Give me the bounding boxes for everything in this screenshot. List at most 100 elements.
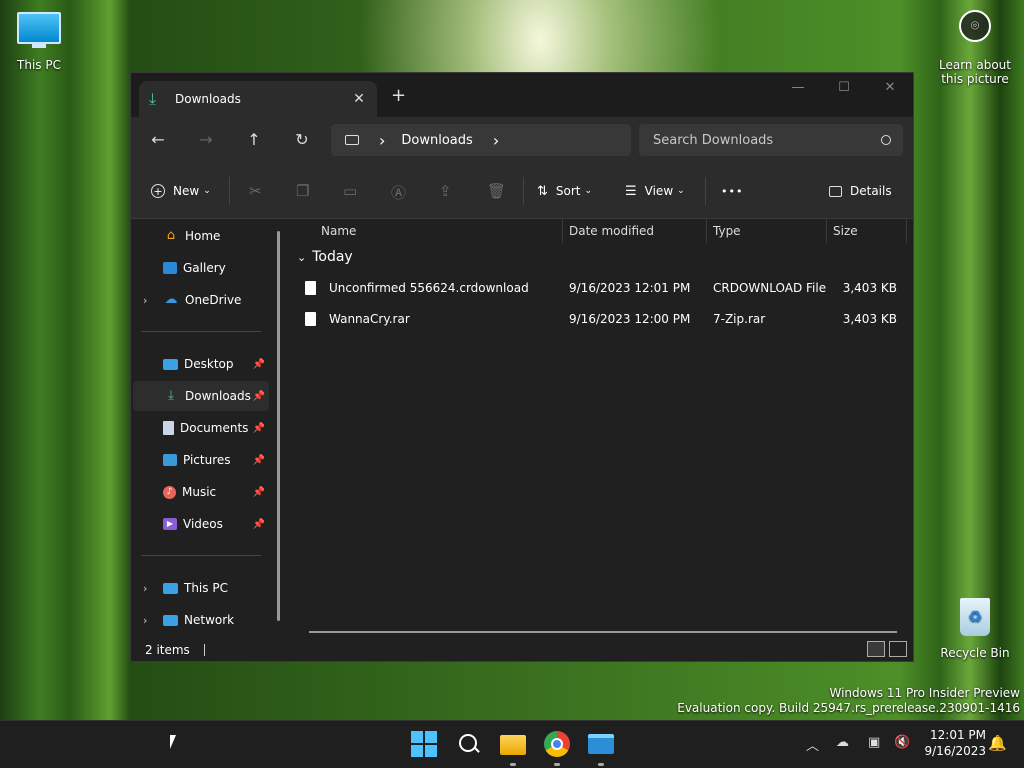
search-input[interactable]: Search Downloads: [639, 124, 903, 156]
sidebar-item-label: Desktop: [184, 357, 234, 371]
this-pc-desktop-icon[interactable]: This PC: [10, 12, 68, 72]
sidebar-item-home[interactable]: ⌂ Home: [133, 221, 269, 251]
learn-label: Learn about this picture: [939, 58, 1011, 86]
tab-downloads[interactable]: ⤓ Downloads ✕: [139, 81, 377, 117]
mouse-cursor-icon: [170, 735, 176, 749]
pin-icon[interactable]: 📌: [253, 487, 265, 498]
breadcrumb-downloads[interactable]: Downloads: [401, 133, 472, 148]
file-icon: [305, 281, 316, 295]
chevron-right-icon[interactable]: ›: [143, 614, 147, 627]
video-icon: ▶: [163, 518, 177, 530]
watermark-line2: Evaluation copy. Build 25947.rs_prerelea…: [677, 701, 1020, 715]
desktop: { "desktop": { "this_pc_label": "This PC…: [0, 0, 1024, 768]
more-options-button[interactable]: •••: [721, 177, 743, 205]
computer-icon: [163, 582, 178, 594]
network-status-icon[interactable]: ▣: [868, 735, 880, 750]
paste-icon[interactable]: ▭: [343, 182, 357, 200]
chevron-down-icon: ⌄: [677, 186, 685, 196]
chevron-up-icon[interactable]: ︿: [806, 735, 819, 754]
new-button[interactable]: + New ⌄: [151, 177, 211, 205]
recycle-bin-icon[interactable]: ♻ Recycle Bin: [940, 598, 1010, 660]
table-row[interactable]: WannaCry.rar 9/16/2023 12:00 PM 7-Zip.ra…: [297, 304, 907, 334]
pin-icon[interactable]: 📌: [253, 391, 265, 402]
view-button[interactable]: ☰ View ⌄: [625, 177, 685, 205]
search-placeholder: Search Downloads: [653, 132, 774, 148]
sidebar-item-videos[interactable]: ▶ Videos 📌: [133, 509, 269, 539]
column-header-size[interactable]: Size: [833, 219, 858, 243]
clock[interactable]: 12:01 PM 9/16/2023: [920, 727, 986, 759]
refresh-button[interactable]: ↻: [291, 129, 313, 151]
chevron-right-icon[interactable]: ›: [493, 131, 499, 150]
file-date: 9/16/2023 12:00 PM: [569, 312, 691, 326]
chevron-right-icon[interactable]: ›: [143, 582, 147, 595]
details-view-toggle[interactable]: [867, 641, 885, 657]
recycle-label: Recycle Bin: [940, 646, 1010, 660]
window-app-icon: [588, 734, 614, 754]
pin-icon[interactable]: 📌: [253, 423, 265, 434]
sidebar-item-music[interactable]: ♪ Music 📌: [133, 477, 269, 507]
sidebar-item-gallery[interactable]: Gallery: [133, 253, 269, 283]
sidebar-item-label: Pictures: [183, 453, 231, 467]
document-icon: [163, 421, 174, 435]
desktop-folder-icon: [163, 358, 178, 370]
search-button[interactable]: [456, 731, 482, 757]
sidebar-scrollbar[interactable]: [277, 231, 280, 621]
share-icon[interactable]: ⇪: [439, 182, 452, 200]
command-bar: + New ⌄ ✂ ❐ ▭ Ⓐ ⇪ 🗑 ⇅ Sort ⌄ ☰ View ⌄ ••…: [131, 163, 913, 219]
learn-about-picture-icon[interactable]: ⌾ Learn about this picture: [938, 10, 1012, 86]
column-header-date[interactable]: Date modified: [569, 219, 654, 243]
taskbar: ︿ ☁ ▣ 🔇 12:01 PM 9/16/2023 🔔: [0, 720, 1024, 768]
back-button[interactable]: ←: [147, 129, 169, 151]
sidebar-item-onedrive[interactable]: › ☁ OneDrive: [133, 285, 269, 315]
sidebar-item-downloads[interactable]: ⤓ Downloads 📌: [133, 381, 269, 411]
cloud-icon: ☁: [164, 292, 178, 307]
delete-icon[interactable]: 🗑: [487, 182, 506, 200]
sort-button[interactable]: ⇅ Sort ⌄: [537, 177, 592, 205]
new-tab-button[interactable]: +: [391, 85, 406, 106]
sidebar-item-documents[interactable]: Documents 📌: [133, 413, 269, 443]
pin-icon[interactable]: 📌: [253, 359, 265, 370]
tab-close-button[interactable]: ✕: [349, 91, 369, 107]
pin-icon[interactable]: 📌: [253, 455, 265, 466]
status-bar: 2 items: [131, 639, 913, 661]
column-header-name[interactable]: Name: [321, 219, 356, 243]
sidebar-item-this-pc[interactable]: › This PC: [133, 573, 269, 603]
file-type: CRDOWNLOAD File: [713, 281, 827, 295]
close-window-button[interactable]: ✕: [867, 73, 913, 101]
address-input[interactable]: › Downloads ›: [331, 124, 631, 156]
horizontal-scrollbar[interactable]: [309, 631, 897, 633]
item-count: 2 items: [145, 643, 190, 657]
app-taskbar-button[interactable]: [588, 731, 614, 757]
maximize-button[interactable]: ☐: [821, 73, 867, 101]
chevron-right-icon[interactable]: ›: [143, 294, 147, 307]
music-icon: ♪: [163, 485, 176, 499]
rename-icon[interactable]: Ⓐ: [391, 182, 406, 203]
sidebar-item-label: Documents: [180, 421, 249, 435]
table-row[interactable]: Unconfirmed 556624.crdownload 9/16/2023 …: [297, 273, 907, 303]
file-explorer-taskbar-button[interactable]: [500, 731, 526, 757]
chevron-right-icon[interactable]: ›: [379, 131, 385, 150]
chrome-taskbar-button[interactable]: [544, 731, 570, 757]
sidebar-item-pictures[interactable]: Pictures 📌: [133, 445, 269, 475]
start-button[interactable]: [411, 731, 437, 757]
window-controls: — ☐ ✕: [775, 73, 913, 101]
notification-bell-icon[interactable]: 🔔: [988, 734, 1007, 752]
sidebar-item-desktop[interactable]: Desktop 📌: [133, 349, 269, 379]
chevron-down-icon: ⌄: [203, 186, 211, 196]
plus-circle-icon: +: [151, 184, 165, 198]
group-header-today[interactable]: ⌄ Today: [297, 249, 353, 265]
pin-icon[interactable]: 📌: [253, 519, 265, 530]
details-label: Details: [850, 184, 892, 198]
minimize-button[interactable]: —: [775, 73, 821, 101]
onedrive-status-icon[interactable]: ☁: [836, 735, 849, 750]
up-button[interactable]: ↑: [243, 129, 265, 151]
column-header-type[interactable]: Type: [713, 219, 741, 243]
sidebar-item-label: This PC: [184, 581, 228, 595]
volume-muted-icon[interactable]: 🔇: [894, 735, 910, 750]
forward-button[interactable]: →: [195, 129, 217, 151]
sidebar-item-network[interactable]: › Network: [133, 605, 269, 635]
copy-icon[interactable]: ❐: [296, 182, 309, 200]
details-button[interactable]: Details: [829, 177, 892, 205]
cut-icon[interactable]: ✂: [249, 182, 262, 200]
tiles-view-toggle[interactable]: [889, 641, 907, 657]
